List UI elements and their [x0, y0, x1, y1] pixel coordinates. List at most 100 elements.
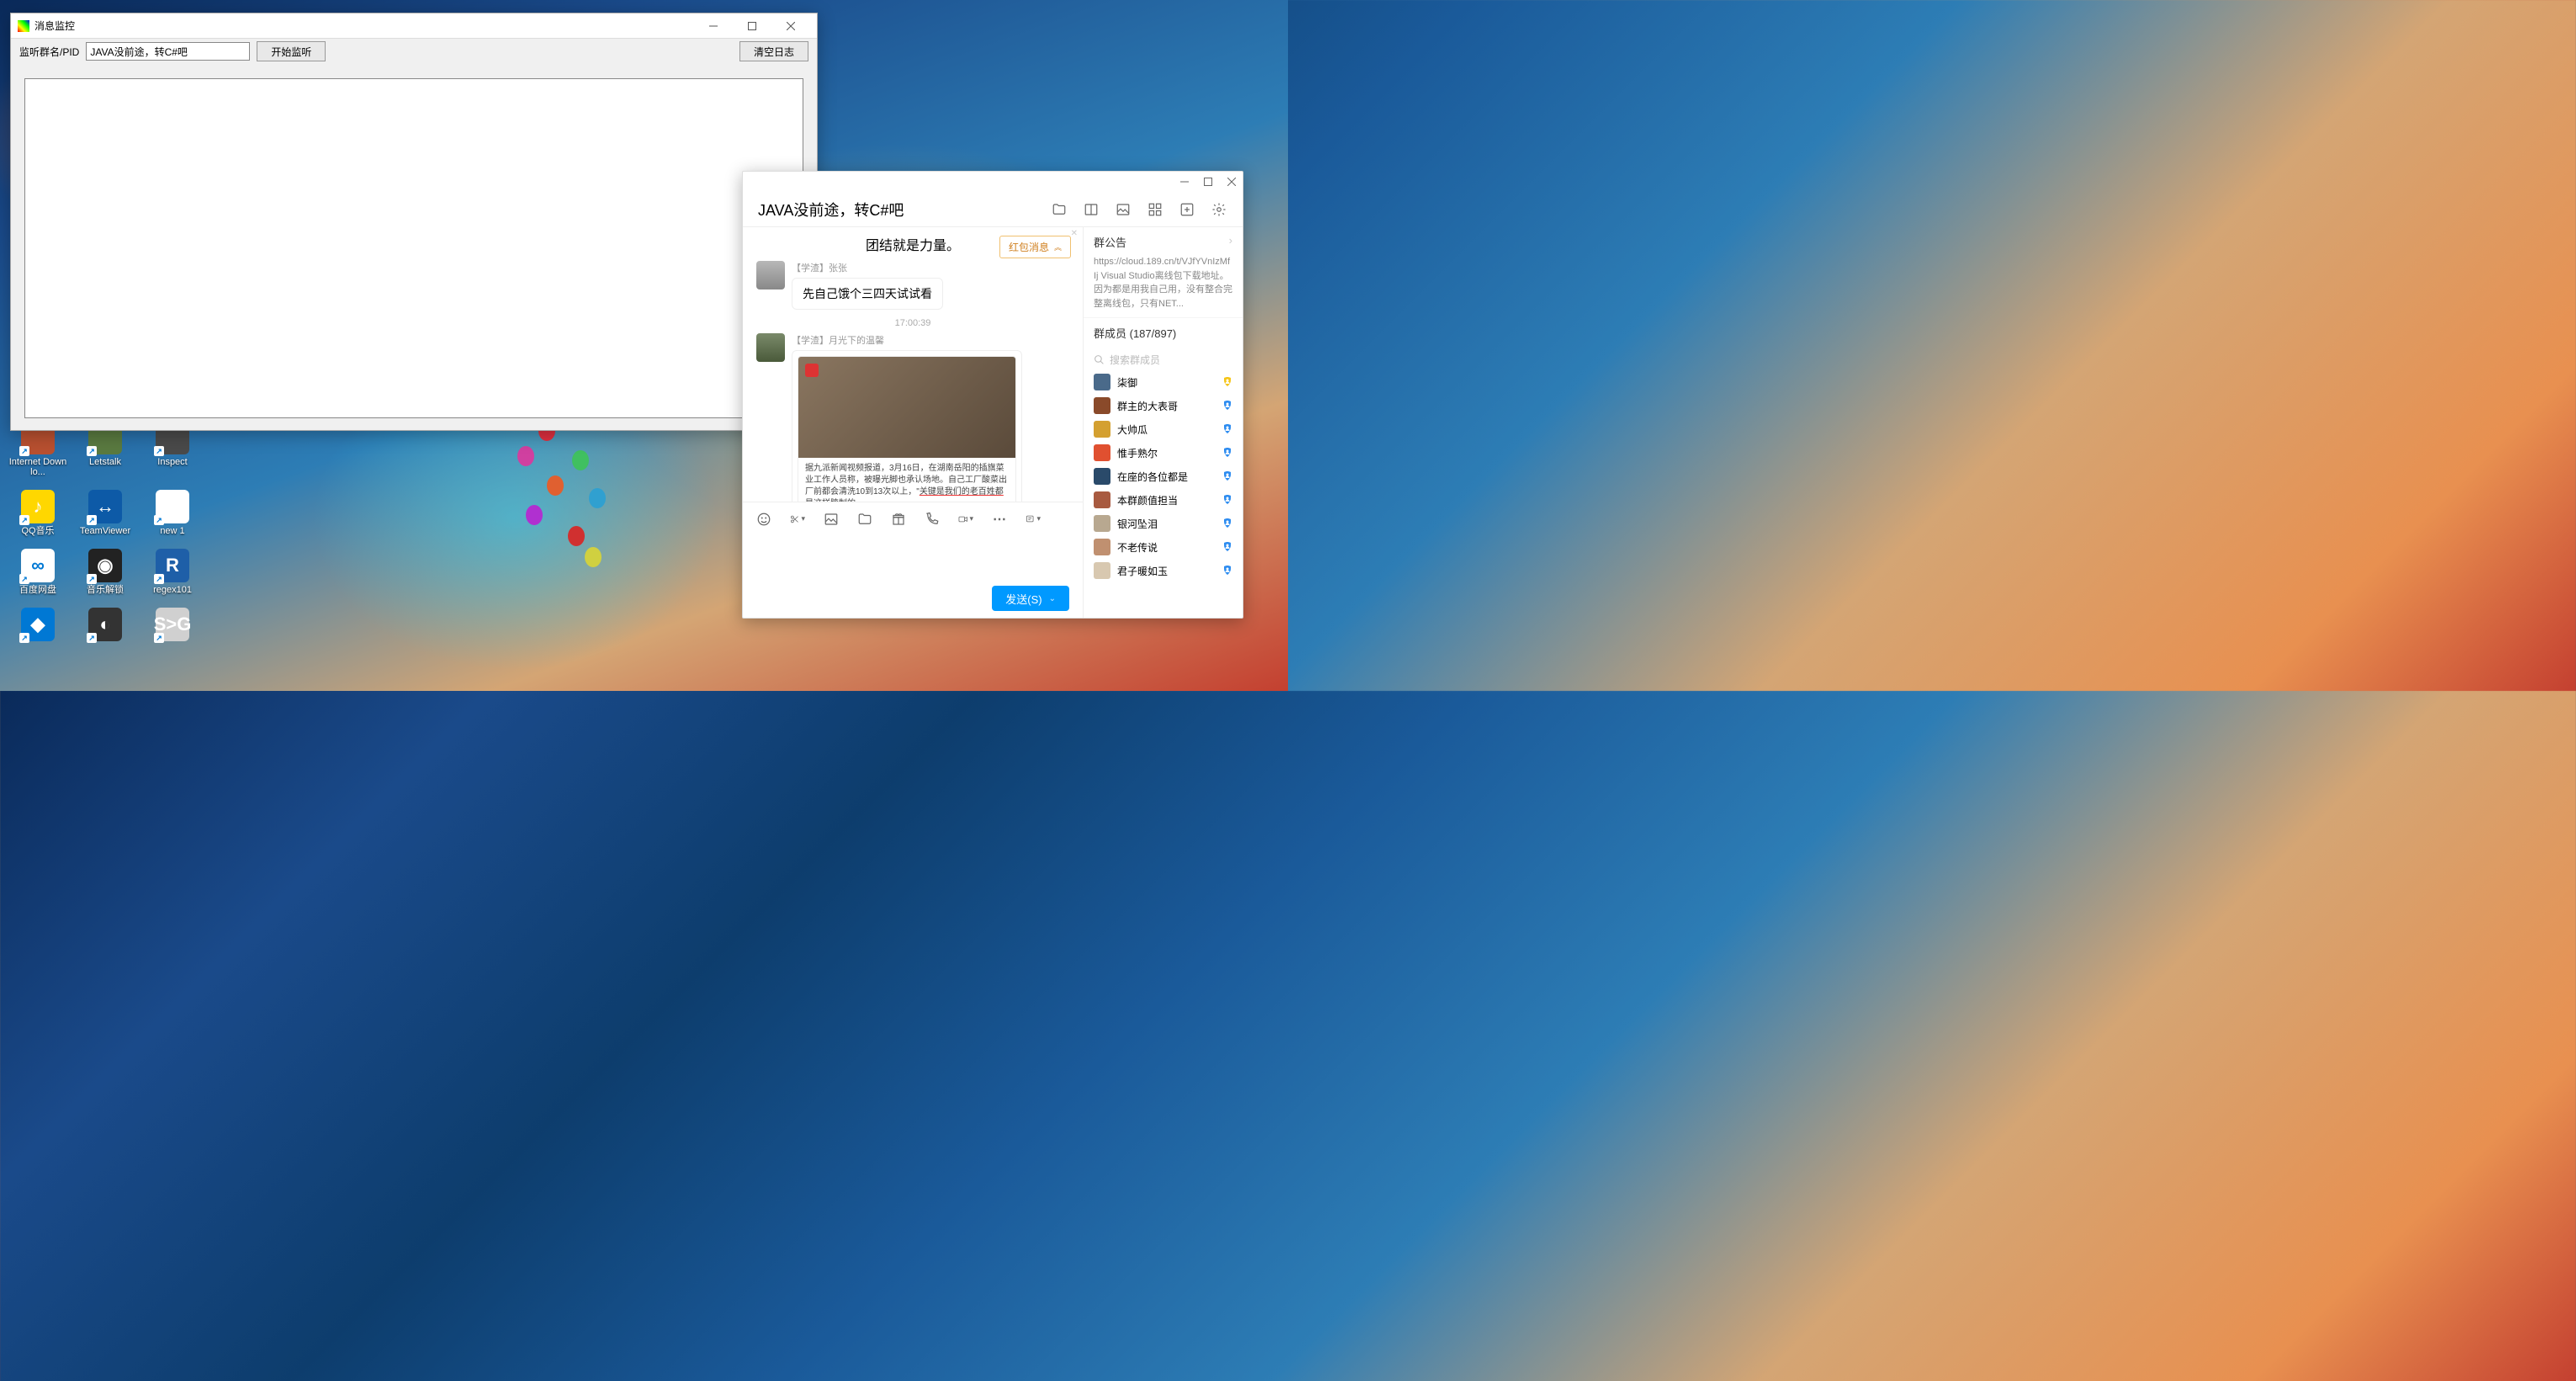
scissors-icon[interactable]: ▾	[790, 512, 805, 527]
member-badge-icon	[1222, 447, 1232, 459]
member-avatar	[1094, 444, 1110, 461]
monitor-toolbar: 监听群名/PID 开始监听 清空日志	[11, 39, 817, 64]
window-title: 消息监控	[34, 19, 694, 33]
minimize-button[interactable]	[1180, 178, 1189, 186]
members-header: 群成员 (187/897)	[1094, 325, 1176, 341]
member-avatar	[1094, 515, 1110, 532]
more-icon[interactable]: ⋯	[992, 512, 1007, 527]
member-badge-icon	[1222, 541, 1232, 553]
member-avatar	[1094, 468, 1110, 485]
member-badge-icon	[1222, 518, 1232, 529]
member-name: 在座的各位都是	[1117, 470, 1216, 484]
message-image-bubble[interactable]: 据九派新闻视频报道，3月16日，在湖南岳阳的插旗菜业工作人员称，被曝光脚也承认场…	[792, 350, 1022, 502]
clear-log-button[interactable]: 清空日志	[739, 41, 808, 61]
apps-icon[interactable]	[1147, 201, 1163, 218]
desktop-icon[interactable]: ◐↗	[76, 608, 135, 641]
member-name: 不老传说	[1117, 540, 1216, 555]
maximize-button[interactable]	[733, 13, 771, 39]
desktop-icon[interactable]: ↗new 1	[143, 490, 202, 536]
chat-header: JAVA没前途，转C#吧	[743, 192, 1243, 227]
member-item[interactable]: 在座的各位都是	[1084, 465, 1243, 488]
desktop-icon[interactable]: R↗regex101	[143, 549, 202, 595]
phone-icon[interactable]	[925, 512, 940, 527]
member-name: 大帅瓜	[1117, 422, 1216, 437]
member-badge-icon	[1222, 423, 1232, 435]
send-button[interactable]: 发送(S)⌄	[992, 586, 1069, 611]
close-button[interactable]	[771, 13, 810, 39]
sender-name: 【学渣】月光下的温馨	[792, 333, 1069, 347]
timestamp: 17:00:39	[756, 318, 1069, 328]
member-avatar	[1094, 491, 1110, 508]
message-bubble: 先自己饿个三四天试试看	[792, 278, 943, 310]
member-item[interactable]: 大帅瓜	[1084, 417, 1243, 441]
message-row: 【学渣】月光下的温馨 据九派新闻视频报道，3月16日，在湖南岳阳的插旗菜业工作人…	[756, 333, 1069, 502]
group-announcement[interactable]: 群公告› https://cloud.189.cn/t/VJfYVnIzMfIj…	[1084, 227, 1243, 318]
settings-icon[interactable]	[1211, 201, 1227, 218]
picture-icon[interactable]	[824, 512, 839, 527]
emoji-icon[interactable]	[756, 512, 771, 527]
gift-icon[interactable]	[891, 512, 906, 527]
member-item[interactable]: 群主的大表哥	[1084, 394, 1243, 417]
history-icon[interactable]: ▾	[1026, 512, 1041, 527]
red-packet-notice[interactable]: 红包消息 ︽	[999, 236, 1071, 258]
member-name: 本群颜值担当	[1117, 493, 1216, 507]
member-item[interactable]: 银河坠泪	[1084, 512, 1243, 535]
member-badge-icon	[1222, 400, 1232, 412]
member-item[interactable]: 君子暖如玉	[1084, 559, 1243, 582]
video-icon[interactable]: ▾	[958, 512, 973, 527]
sender-name: 【学渣】张张	[792, 261, 1069, 274]
member-badge-icon	[1222, 494, 1232, 506]
member-item[interactable]: 柒御	[1084, 370, 1243, 394]
member-avatar	[1094, 421, 1110, 438]
member-avatar	[1094, 397, 1110, 414]
member-avatar	[1094, 562, 1110, 579]
member-name: 群主的大表哥	[1117, 399, 1216, 413]
message-row: 【学渣】张张 先自己饿个三四天试试看	[756, 261, 1069, 310]
desktop-icon[interactable]: S>G↗	[143, 608, 202, 641]
log-textarea[interactable]	[24, 78, 803, 418]
member-search[interactable]: 搜索群成员	[1084, 349, 1243, 370]
folder-icon[interactable]	[1051, 201, 1068, 218]
image-icon[interactable]	[1115, 201, 1132, 218]
close-button[interactable]	[1227, 178, 1236, 186]
monitor-window: 消息监控 监听群名/PID 开始监听 清空日志	[10, 13, 818, 431]
desktop-icon[interactable]: ↔↗TeamViewer	[76, 490, 135, 536]
member-name: 柒御	[1117, 375, 1216, 390]
member-item[interactable]: 本群颜值担当	[1084, 488, 1243, 512]
app-icon	[18, 20, 29, 32]
chat-window: JAVA没前途，转C#吧 ✕ 红包消息 ︽ 团结就是力量。	[742, 171, 1243, 619]
minimize-button[interactable]	[694, 13, 733, 39]
book-icon[interactable]	[1083, 201, 1100, 218]
member-name: 银河坠泪	[1117, 517, 1216, 531]
add-icon[interactable]	[1179, 201, 1195, 218]
desktop-icon[interactable]: ◉↗音乐解锁	[76, 549, 135, 595]
close-panel-icon[interactable]: ✕	[1071, 229, 1078, 238]
member-avatar	[1094, 539, 1110, 555]
maximize-button[interactable]	[1204, 178, 1212, 186]
file-icon[interactable]	[857, 512, 872, 527]
monitor-titlebar[interactable]: 消息监控	[11, 13, 817, 39]
member-badge-icon	[1222, 470, 1232, 482]
avatar[interactable]	[756, 261, 785, 289]
member-badge-icon	[1222, 565, 1232, 576]
message-scroll[interactable]: 团结就是力量。 【学渣】张张 先自己饿个三四天试试看 17:00:39 【学渣】…	[743, 227, 1083, 502]
avatar[interactable]	[756, 333, 785, 362]
member-badge-icon	[1222, 376, 1232, 388]
member-name: 君子暖如玉	[1117, 564, 1216, 578]
desktop-icon[interactable]: ◆↗	[8, 608, 67, 641]
chat-sidebar: 群公告› https://cloud.189.cn/t/VJfYVnIzMfIj…	[1083, 227, 1243, 618]
group-name-input[interactable]	[86, 42, 250, 61]
desktop-icons: ↗Internet Downlo...↗Letstalk↗Inspect ♪↗Q…	[8, 421, 202, 641]
member-list[interactable]: 柒御 群主的大表哥 大帅瓜 惟手熟尔 在座的各位都是 本群颜值担当 银河坠泪 不…	[1084, 370, 1243, 618]
chat-window-controls	[743, 172, 1243, 192]
input-label: 监听群名/PID	[19, 45, 79, 59]
desktop-icon[interactable]: ∞↗百度网盘	[8, 549, 67, 595]
member-item[interactable]: 惟手熟尔	[1084, 441, 1243, 465]
member-item[interactable]: 不老传说	[1084, 535, 1243, 559]
input-toolbar: ▾ ▾ ⋯ ▾	[743, 502, 1083, 535]
member-name: 惟手熟尔	[1117, 446, 1216, 460]
start-listen-button[interactable]: 开始监听	[257, 41, 326, 61]
message-input[interactable]	[743, 535, 1083, 586]
desktop-icon[interactable]: ♪↗QQ音乐	[8, 490, 67, 536]
chat-title: JAVA没前途，转C#吧	[758, 199, 1051, 220]
